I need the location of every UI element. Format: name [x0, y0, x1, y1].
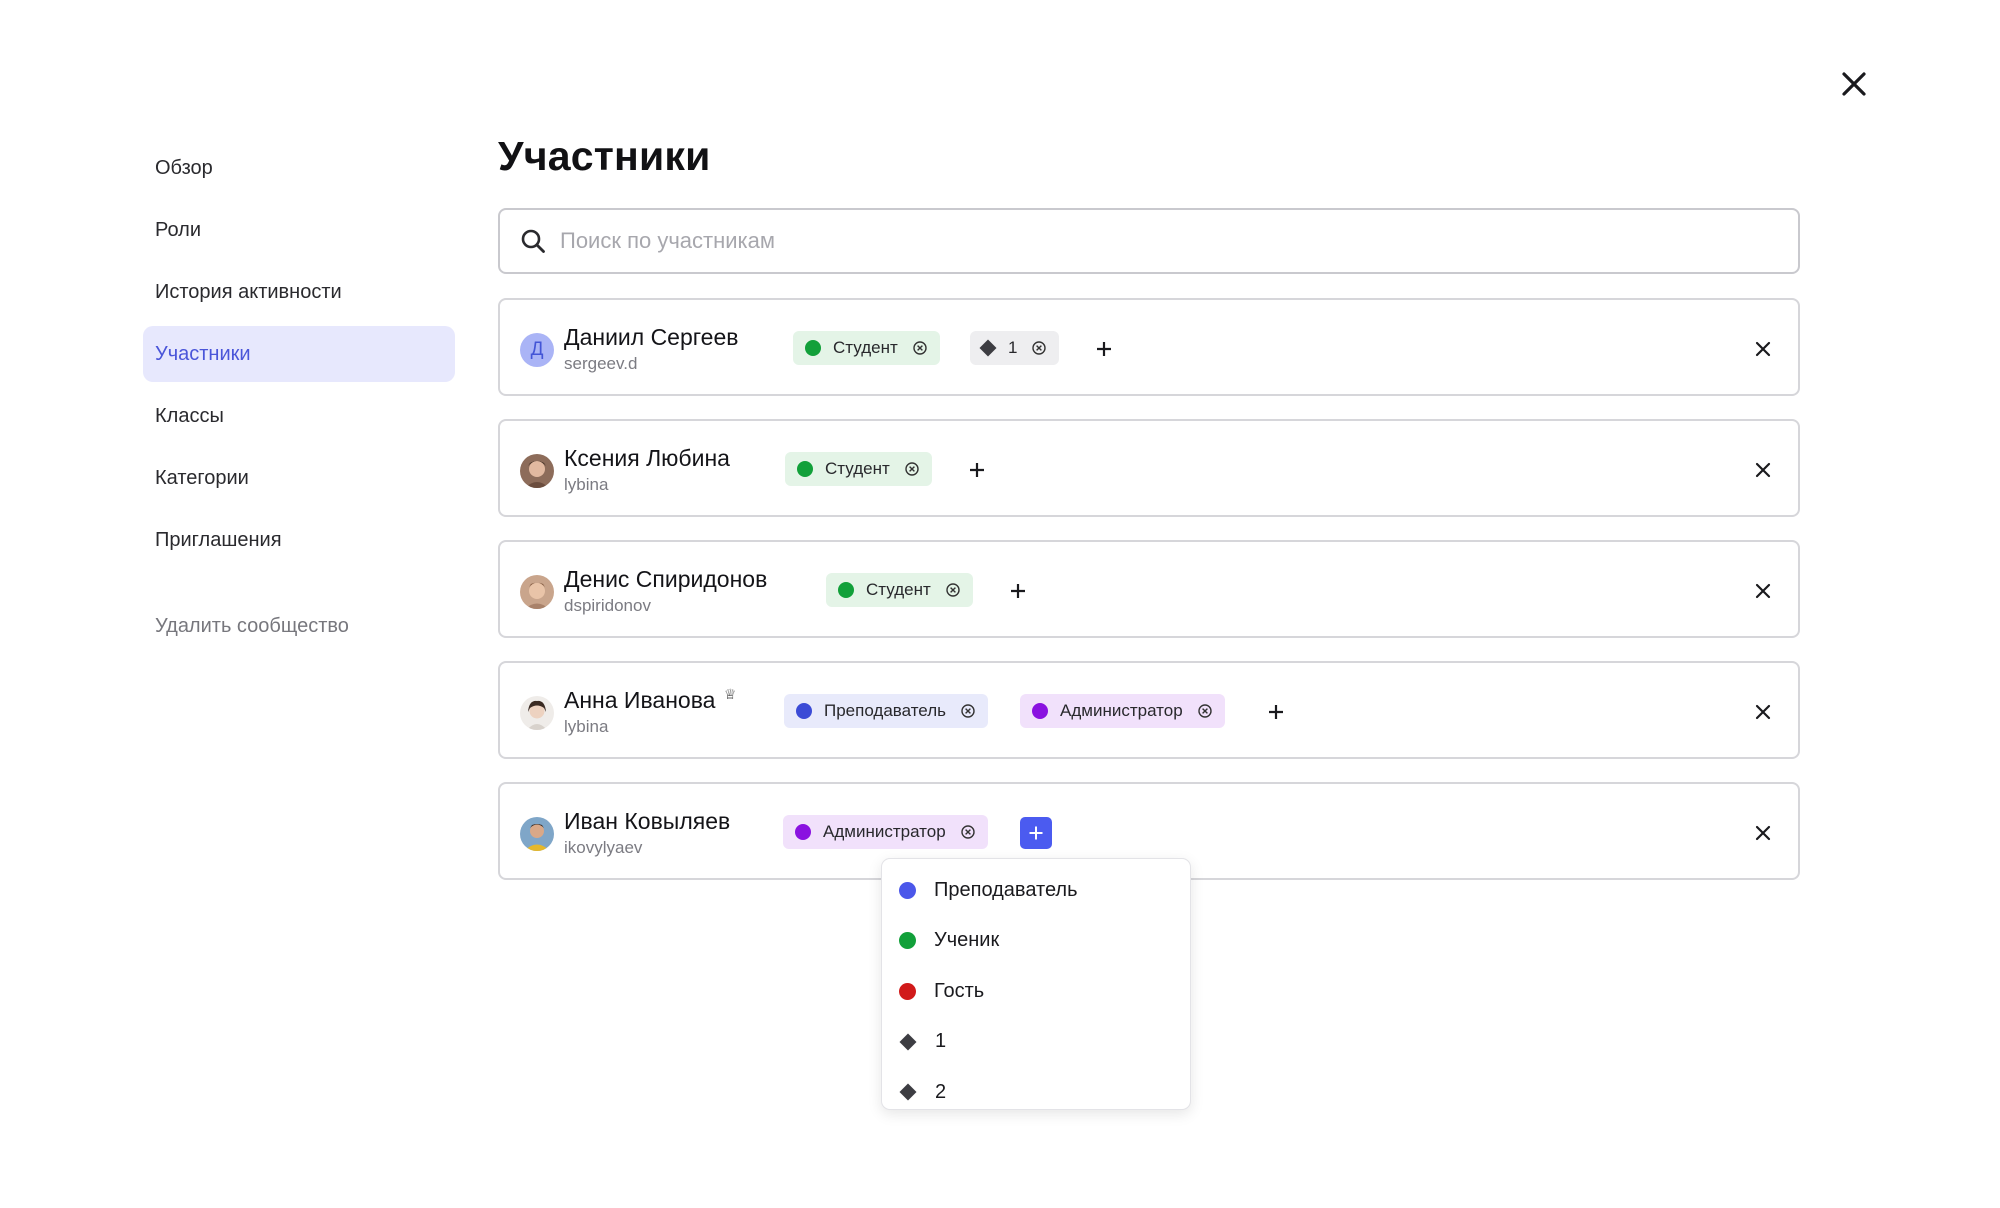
- member-name: Анна Иванова: [564, 687, 716, 713]
- diamond-icon: [899, 1033, 917, 1051]
- role-color-dot: [805, 340, 821, 356]
- dropdown-item-label: 2: [935, 1080, 947, 1103]
- dropdown-item-label: 1: [935, 1030, 947, 1053]
- avatar: [520, 696, 554, 730]
- role-tag-label: Студент: [866, 580, 931, 599]
- sidebar-item-invitations[interactable]: Приглашения: [143, 512, 455, 568]
- delete-community-button[interactable]: Удалить сообщество: [143, 598, 455, 654]
- circle-x-icon[interactable]: [945, 582, 961, 598]
- role-color-dot: [795, 824, 811, 840]
- search-box: [498, 208, 1800, 274]
- category-tag-label: 1: [1008, 338, 1018, 357]
- role-color-dot: [797, 461, 813, 477]
- remove-member-icon[interactable]: [1751, 337, 1775, 361]
- role-tag-label: Студент: [825, 459, 890, 478]
- dropdown-item-label: Гость: [934, 979, 985, 1002]
- add-tag-button[interactable]: [961, 454, 993, 486]
- avatar: [520, 454, 554, 488]
- circle-x-icon[interactable]: [960, 824, 976, 840]
- member-login: sergeev.d: [564, 354, 638, 373]
- remove-member-icon[interactable]: [1751, 700, 1775, 724]
- dropdown-item-category-2[interactable]: 2: [882, 1067, 1190, 1118]
- member-login: lybina: [564, 717, 609, 736]
- member-name: Ксения Любина: [564, 445, 730, 471]
- sidebar-item-classes[interactable]: Классы: [143, 388, 455, 444]
- role-color-dot: [899, 982, 916, 1000]
- sidebar-item-categories[interactable]: Категории: [143, 450, 455, 506]
- diamond-icon: [979, 339, 997, 357]
- plus-icon: [970, 463, 984, 477]
- dropdown-item-category-1[interactable]: 1: [882, 1017, 1190, 1068]
- dropdown-item-teacher[interactable]: Преподаватель: [882, 865, 1190, 916]
- member-row: Д Даниил Сергеев sergeev.d Студент 1: [498, 298, 1800, 396]
- remove-member-icon[interactable]: [1751, 579, 1775, 603]
- circle-x-icon[interactable]: [1197, 703, 1213, 719]
- remove-member-icon[interactable]: [1751, 458, 1775, 482]
- circle-x-icon[interactable]: [960, 703, 976, 719]
- plus-icon: [1011, 584, 1025, 598]
- member-row: Денис Спиридонов dspiridonov Студент: [498, 540, 1800, 638]
- plus-icon: [1097, 342, 1111, 356]
- role-tag: Студент: [785, 452, 932, 486]
- role-tag-label: Администратор: [823, 822, 946, 841]
- member-name: Иван Ковыляев: [564, 808, 731, 834]
- member-login: dspiridonov: [564, 596, 651, 615]
- diamond-icon: [899, 1083, 917, 1101]
- plus-icon: [1269, 705, 1283, 719]
- circle-x-icon[interactable]: [1031, 340, 1047, 356]
- role-tag-label: Студент: [833, 338, 898, 357]
- plus-icon: [1029, 826, 1043, 840]
- category-tag: 1: [970, 331, 1060, 365]
- role-color-dot: [1032, 703, 1048, 719]
- crown-icon: ♕: [724, 686, 737, 702]
- search-icon: [521, 229, 545, 253]
- circle-x-icon[interactable]: [912, 340, 928, 356]
- role-color-dot: [899, 932, 916, 950]
- role-tag: Администратор: [1020, 694, 1225, 728]
- role-color-dot: [796, 703, 812, 719]
- circle-x-icon[interactable]: [904, 461, 920, 477]
- sidebar-item-overview[interactable]: Обзор: [143, 140, 455, 196]
- avatar: [520, 575, 554, 609]
- member-login: ikovylyaev: [564, 838, 643, 857]
- dropdown-item-guest[interactable]: Гость: [882, 966, 1190, 1017]
- add-tag-button[interactable]: [1088, 333, 1120, 365]
- role-tag: Преподаватель: [784, 694, 988, 728]
- add-tag-dropdown: Преподаватель Ученик Гость 1 2: [881, 858, 1191, 1110]
- dropdown-item-label: Ученик: [934, 929, 1000, 952]
- remove-member-icon[interactable]: [1751, 821, 1775, 845]
- sidebar-item-activity[interactable]: История активности: [143, 264, 455, 320]
- dropdown-item-student[interactable]: Ученик: [882, 916, 1190, 967]
- add-tag-button[interactable]: [1020, 817, 1052, 849]
- role-tag: Студент: [793, 331, 940, 365]
- sidebar-nav: Обзор Роли История активности Участники …: [143, 140, 455, 654]
- member-row: Анна Иванова ♕ lybina Преподаватель Адми…: [498, 661, 1800, 759]
- member-name: Денис Спиридонов: [564, 566, 768, 592]
- role-tag-label: Администратор: [1060, 701, 1183, 720]
- avatar: Д: [520, 333, 554, 367]
- sidebar-item-members[interactable]: Участники: [143, 326, 455, 382]
- role-tag: Администратор: [783, 815, 988, 849]
- role-color-dot: [838, 582, 854, 598]
- member-row: Ксения Любина lybina Студент: [498, 419, 1800, 517]
- role-tag-label: Преподаватель: [824, 701, 946, 720]
- sidebar-item-roles[interactable]: Роли: [143, 202, 455, 258]
- member-login: lybina: [564, 475, 609, 494]
- close-icon[interactable]: [1834, 64, 1874, 104]
- page-title: Участники: [498, 133, 711, 179]
- search-input[interactable]: [560, 228, 1760, 254]
- role-color-dot: [899, 881, 916, 899]
- role-tag: Студент: [826, 573, 973, 607]
- member-name: Даниил Сергеев: [564, 324, 739, 350]
- add-tag-button[interactable]: [1260, 696, 1292, 728]
- avatar: [520, 817, 554, 851]
- add-tag-button[interactable]: [1002, 575, 1034, 607]
- dropdown-item-label: Преподаватель: [934, 878, 1078, 901]
